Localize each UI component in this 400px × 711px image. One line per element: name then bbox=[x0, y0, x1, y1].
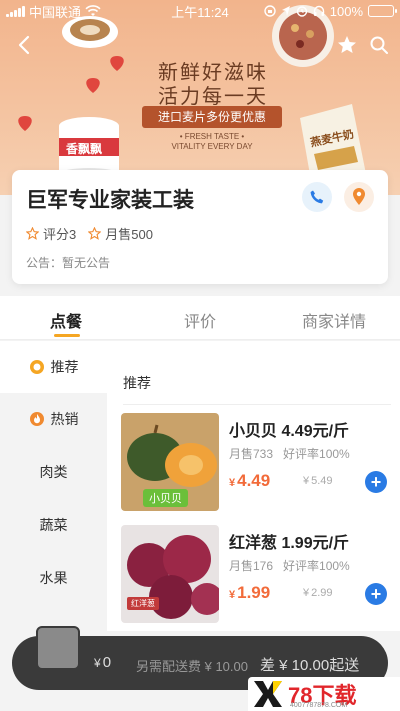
product-name: 红洋葱 1.99元/斤 bbox=[229, 535, 350, 552]
sidebar-item-label: 水果 bbox=[39, 570, 68, 586]
favorite-star-icon[interactable] bbox=[336, 34, 358, 56]
cart-total: ¥0 bbox=[94, 654, 111, 671]
product-image-tag: 红洋葱 bbox=[127, 597, 159, 610]
product-image: 红洋葱 bbox=[121, 525, 219, 623]
store-banner: 香飘飘 燕麦牛奶 新鲜好滋味 活力每一天 进口麦片多份更优惠 • FRESH T… bbox=[0, 0, 400, 195]
orientation-lock-icon bbox=[264, 5, 276, 17]
product-old-price: ¥5.49 bbox=[303, 475, 333, 487]
store-rating: 评分3 bbox=[43, 227, 77, 242]
product-name: 小贝贝 4.49元/斤 bbox=[229, 423, 350, 440]
currency-symbol: ¥ bbox=[229, 477, 236, 489]
product-positive-rate: 好评率100% bbox=[283, 447, 350, 461]
wifi-icon bbox=[85, 5, 101, 16]
product-list: 推荐 小贝贝 小贝贝 4.49元/斤 月售733 好评率100% ¥4.49 ¥… bbox=[107, 341, 400, 631]
product-sales: 月售176 bbox=[229, 559, 274, 573]
sidebar-item-label: 蔬菜 bbox=[39, 517, 68, 533]
sidebar-item-label: 肉类 bbox=[39, 464, 68, 480]
product-sales: 月售733 bbox=[229, 447, 274, 461]
currency-symbol: ¥ bbox=[303, 475, 310, 487]
product-item[interactable]: 小贝贝 小贝贝 4.49元/斤 月售733 好评率100% ¥4.49 ¥5.4… bbox=[121, 413, 391, 517]
promo-subtitle: VITALITY EVERY DAY bbox=[171, 142, 253, 151]
sidebar-item-recommend[interactable]: 推荐 bbox=[0, 341, 107, 393]
category-sidebar: 推荐 热销 肉类 蔬菜 水果 bbox=[0, 341, 107, 631]
location-pin-icon bbox=[353, 188, 365, 205]
product-item[interactable]: 红洋葱 红洋葱 1.99元/斤 月售176 好评率100% ¥1.99 ¥2.9… bbox=[121, 525, 391, 629]
site-watermark: 78下载 4007787878.COM bbox=[248, 677, 400, 711]
price-value: 1.99 bbox=[237, 583, 271, 602]
sidebar-item-hot[interactable]: 热销 bbox=[0, 393, 107, 445]
currency-symbol: ¥ bbox=[303, 587, 310, 599]
headphones-icon bbox=[313, 5, 324, 16]
price-value: 4.49 bbox=[237, 471, 271, 490]
promo-pill: 进口麦片多份更优惠 bbox=[142, 106, 282, 128]
sidebar-item-vegetables[interactable]: 蔬菜 bbox=[0, 499, 107, 551]
cart-icon[interactable] bbox=[36, 626, 80, 670]
promo-subtitle: • FRESH TASTE • bbox=[179, 132, 245, 141]
old-price-value: 5.49 bbox=[311, 475, 333, 487]
store-info-card: 巨军专业家装工装 评分3 月售500 公告：暂无公告 bbox=[12, 170, 388, 284]
product-positive-rate: 好评率100% bbox=[283, 559, 350, 573]
location-icon bbox=[281, 6, 290, 16]
divider bbox=[123, 404, 391, 405]
minimum-order: 差 ¥ 10.00起送 bbox=[260, 657, 360, 674]
sidebar-item-meat[interactable]: 肉类 bbox=[0, 446, 107, 498]
tab-merchant-details[interactable]: 商家详情 bbox=[302, 308, 366, 332]
store-notice: 公告：暂无公告 bbox=[26, 256, 111, 270]
delivery-fee: 另需配送费 ¥ 10.00 bbox=[136, 659, 248, 674]
star-outline-icon bbox=[26, 227, 39, 240]
status-bar: 中国联通 上午11:24 100% bbox=[0, 0, 400, 22]
section-title: 推荐 bbox=[123, 375, 151, 391]
product-price: ¥4.49 bbox=[229, 471, 270, 491]
store-name: 巨军专业家装工装 bbox=[26, 189, 194, 212]
add-to-cart-button[interactable]: + bbox=[365, 583, 387, 605]
store-monthly-sales: 月售500 bbox=[105, 227, 153, 242]
product-price: ¥1.99 bbox=[229, 583, 270, 603]
old-price-value: 2.99 bbox=[311, 587, 333, 599]
sidebar-item-fruit[interactable]: 水果 bbox=[0, 552, 107, 604]
alarm-icon bbox=[296, 6, 307, 17]
strawberry-image bbox=[86, 78, 100, 93]
battery-percent: 100% bbox=[329, 3, 363, 19]
sidebar-item-label: 热销 bbox=[50, 411, 79, 427]
store-tabs: 点餐 评价 商家详情 bbox=[0, 296, 400, 340]
fire-icon bbox=[29, 412, 44, 426]
battery-icon bbox=[368, 5, 397, 17]
watermark-url: 4007787878.COM bbox=[290, 702, 348, 709]
carrier-name: 中国联通 bbox=[29, 4, 82, 20]
strawberry-image bbox=[18, 116, 32, 131]
product-image: 小贝贝 bbox=[121, 413, 219, 511]
search-icon[interactable] bbox=[368, 34, 390, 56]
currency-symbol: ¥ bbox=[94, 656, 101, 670]
location-button[interactable] bbox=[344, 182, 374, 212]
sidebar-item-label: 推荐 bbox=[50, 359, 79, 375]
signal-icon bbox=[6, 5, 25, 17]
tab-reviews[interactable]: 评价 bbox=[184, 308, 216, 332]
recommend-icon bbox=[29, 360, 44, 374]
store-meta: 评分3 月售500 bbox=[26, 224, 153, 243]
promo-title-line2: 活力每一天 bbox=[158, 86, 268, 108]
active-tab-indicator bbox=[54, 334, 80, 337]
currency-symbol: ¥ bbox=[229, 589, 236, 601]
cart-total-value: 0 bbox=[102, 654, 112, 671]
product-image-tag: 小贝贝 bbox=[143, 489, 188, 507]
call-button[interactable] bbox=[302, 182, 332, 212]
phone-icon bbox=[310, 190, 324, 204]
star-outline-icon bbox=[88, 227, 102, 240]
back-icon[interactable] bbox=[12, 32, 38, 58]
tab-order[interactable]: 点餐 bbox=[50, 308, 82, 332]
watermark-logo-icon bbox=[248, 677, 288, 711]
cup-label: 香飘飘 bbox=[66, 142, 103, 156]
product-old-price: ¥2.99 bbox=[303, 587, 333, 599]
add-to-cart-button[interactable]: + bbox=[365, 471, 387, 493]
strawberry-image bbox=[110, 56, 124, 71]
